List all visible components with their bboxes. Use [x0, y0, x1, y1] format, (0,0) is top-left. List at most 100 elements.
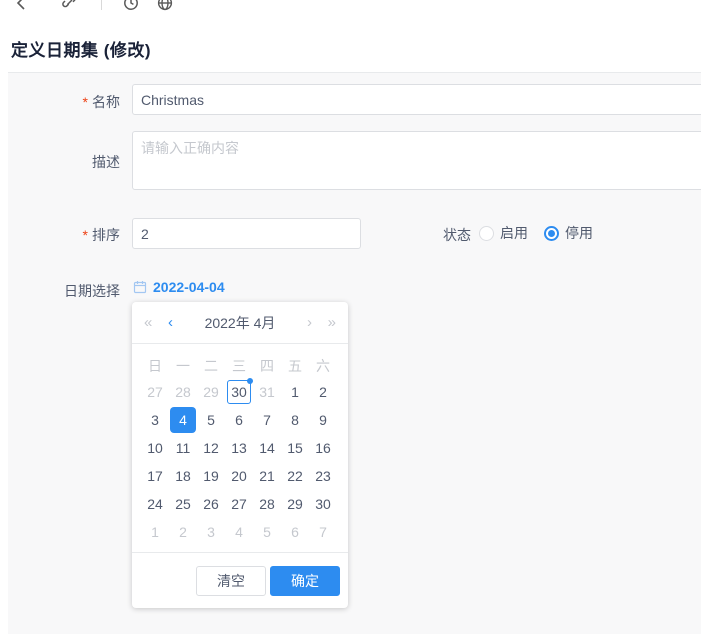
- clear-button[interactable]: 清空: [196, 565, 266, 596]
- sort-input[interactable]: [132, 218, 361, 249]
- calendar-day-25[interactable]: 25: [169, 490, 197, 518]
- day-number: 9: [319, 412, 327, 428]
- confirm-button[interactable]: 确定: [270, 565, 340, 596]
- day-number: 2: [179, 524, 187, 540]
- next-year-button[interactable]: »: [328, 302, 336, 344]
- calendar-day-29[interactable]: 29: [197, 378, 225, 406]
- radio-checked-icon[interactable]: [544, 225, 559, 241]
- calendar-day-2[interactable]: 2: [309, 378, 337, 406]
- calendar-day-29[interactable]: 29: [281, 490, 309, 518]
- calendar-day-26[interactable]: 26: [197, 490, 225, 518]
- day-number: 24: [147, 496, 163, 512]
- calendar-day-27[interactable]: 27: [141, 378, 169, 406]
- back-icon[interactable]: [13, 0, 31, 12]
- calendar-day-16[interactable]: 16: [309, 434, 337, 462]
- calendar-day-14[interactable]: 14: [253, 434, 281, 462]
- calendar-day-7[interactable]: 7: [309, 518, 337, 546]
- day-number: 7: [319, 524, 327, 540]
- app-window: 定义日期集 (修改) *名称 描述 *排序 状态 启用 停用 日期选择 2022-…: [0, 0, 701, 634]
- calendar-day-11[interactable]: 11: [169, 434, 197, 462]
- status-option-1[interactable]: 启用: [479, 223, 528, 243]
- calendar-day-22[interactable]: 22: [281, 462, 309, 490]
- weekday-label: 四: [260, 358, 274, 374]
- day-number: 13: [231, 440, 247, 456]
- day-number: 5: [263, 524, 271, 540]
- calendar-day-20[interactable]: 20: [225, 462, 253, 490]
- day-number: 6: [235, 412, 243, 428]
- day-number: 21: [259, 468, 275, 484]
- link-icon[interactable]: [60, 0, 78, 12]
- day-number: 2: [319, 384, 327, 400]
- radio-unchecked-icon[interactable]: [479, 225, 494, 241]
- top-toolbar: [0, 0, 701, 14]
- calendar-day-6[interactable]: 6: [281, 518, 309, 546]
- status-option-2[interactable]: 停用: [544, 223, 593, 243]
- day-number: 28: [259, 496, 275, 512]
- calendar-day-5[interactable]: 5: [253, 518, 281, 546]
- calendar-day-3[interactable]: 3: [197, 518, 225, 546]
- date-picker-trigger[interactable]: 2022-04-04: [133, 279, 225, 295]
- calendar-day-3[interactable]: 3: [141, 406, 169, 434]
- calendar-day-15[interactable]: 15: [281, 434, 309, 462]
- description-textarea[interactable]: [132, 131, 701, 190]
- globe-icon[interactable]: [156, 0, 174, 12]
- calendar-day-2[interactable]: 2: [169, 518, 197, 546]
- calendar-day-5[interactable]: 5: [197, 406, 225, 434]
- day-number: 29: [287, 496, 303, 512]
- calendar-day-23[interactable]: 23: [309, 462, 337, 490]
- calendar-day-8[interactable]: 8: [281, 406, 309, 434]
- calendar-day-28[interactable]: 28: [169, 378, 197, 406]
- calendar-week-row: 27 28 29 30 31 1 2: [141, 378, 339, 406]
- weekday-label: 三: [232, 358, 246, 374]
- day-number: 31: [259, 384, 275, 400]
- weekday-label: 一: [176, 358, 190, 374]
- day-number: 30: [227, 378, 253, 404]
- day-number: 29: [203, 384, 219, 400]
- calendar-day-27[interactable]: 27: [225, 490, 253, 518]
- weekday-label: 日: [148, 358, 162, 374]
- calendar-day-21[interactable]: 21: [253, 462, 281, 490]
- day-number: 3: [207, 524, 215, 540]
- calendar-week-row: 10 11 12 13 14 15 16: [141, 434, 339, 462]
- calendar-day-17[interactable]: 17: [141, 462, 169, 490]
- day-number: 12: [203, 440, 219, 456]
- calendar-grid: 27 28 29 30 31 1 2 3 4 5 6 7 8 9 10 11 12 13 14 15 16 17 18 19 2…: [132, 378, 348, 546]
- calendar-day-9[interactable]: 9: [309, 406, 337, 434]
- next-month-button[interactable]: ›: [307, 302, 312, 344]
- day-number: 27: [147, 384, 163, 400]
- status-radio-group: 启用 停用: [479, 223, 593, 243]
- calendar-day-24[interactable]: 24: [141, 490, 169, 518]
- calendar-title[interactable]: 2022年 4月: [132, 302, 348, 344]
- history-icon[interactable]: [122, 0, 140, 12]
- calendar-day-12[interactable]: 12: [197, 434, 225, 462]
- day-number: 26: [203, 496, 219, 512]
- day-number: 22: [287, 468, 303, 484]
- calendar-day-10[interactable]: 10: [141, 434, 169, 462]
- calendar-day-7[interactable]: 7: [253, 406, 281, 434]
- day-number: 30: [315, 496, 331, 512]
- date-value: 2022-04-04: [153, 279, 225, 295]
- calendar-day-30-today[interactable]: 30: [225, 378, 253, 406]
- day-number: 20: [231, 468, 247, 484]
- calendar-day-6[interactable]: 6: [225, 406, 253, 434]
- weekday-label: 六: [316, 358, 330, 374]
- calendar-day-30[interactable]: 30: [309, 490, 337, 518]
- status-option-label: 停用: [565, 225, 593, 241]
- date-picker-popup: « ‹ 2022年 4月 › » 日一二三四五六 27 28 29 30 31 1 2 3 4 5…: [132, 302, 348, 608]
- calendar-week-row: 1 2 3 4 5 6 7: [141, 518, 339, 546]
- calendar-day-19[interactable]: 19: [197, 462, 225, 490]
- name-input[interactable]: [132, 84, 701, 115]
- weekday-label: 五: [288, 358, 302, 374]
- day-number: 5: [207, 412, 215, 428]
- calendar-day-1[interactable]: 1: [141, 518, 169, 546]
- day-number: 16: [315, 440, 331, 456]
- calendar-day-13[interactable]: 13: [225, 434, 253, 462]
- day-number: 10: [147, 440, 163, 456]
- calendar-day-1[interactable]: 1: [281, 378, 309, 406]
- calendar-day-28[interactable]: 28: [253, 490, 281, 518]
- calendar-day-4-selected[interactable]: 4: [169, 406, 197, 434]
- day-number: 28: [175, 384, 191, 400]
- calendar-day-31[interactable]: 31: [253, 378, 281, 406]
- calendar-day-18[interactable]: 18: [169, 462, 197, 490]
- calendar-day-4[interactable]: 4: [225, 518, 253, 546]
